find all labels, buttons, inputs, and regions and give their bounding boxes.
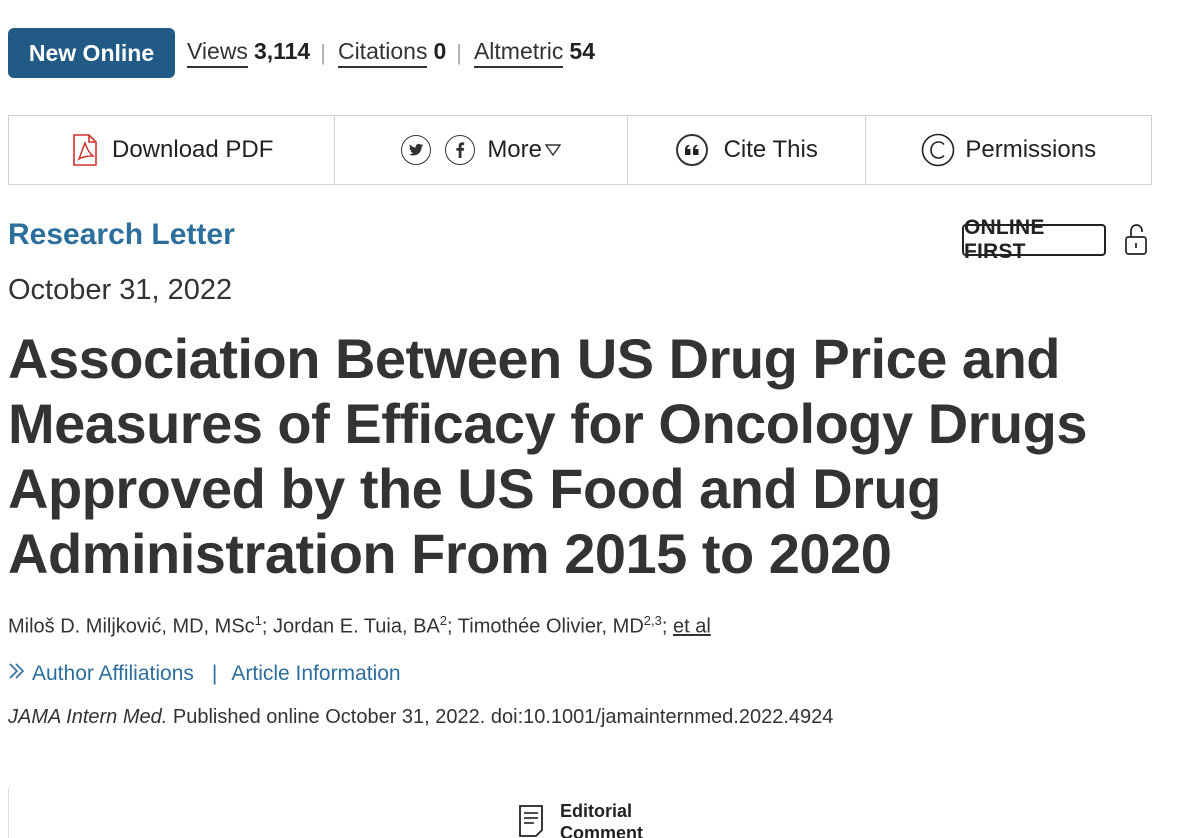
quote-icon	[675, 134, 708, 166]
download-pdf-label: Download PDF	[112, 136, 274, 163]
et-al-link[interactable]: et al	[673, 616, 711, 638]
comment-label: Comment	[560, 823, 644, 838]
author-list: Miloš D. Miljković, MD, MSc1; Jordan E. …	[8, 613, 711, 639]
article-information-link[interactable]: Article Information	[231, 662, 400, 686]
permissions-label: Permissions	[965, 136, 1097, 163]
open-access-lock-icon	[1123, 222, 1149, 261]
views-metric[interactable]: Views 3,114	[187, 38, 310, 68]
article-type[interactable]: Research Letter	[8, 218, 235, 252]
author-name[interactable]: Jordan E. Tuia, BA	[273, 616, 440, 638]
affiliation-sup: 2,3	[643, 613, 662, 628]
altmetric-label[interactable]: Altmetric	[473, 38, 564, 68]
citations-metric[interactable]: Citations 0	[337, 38, 447, 68]
author-affiliations-link[interactable]: Author Affiliations	[32, 662, 194, 686]
views-label[interactable]: Views	[187, 38, 248, 68]
cite-this-label: Cite This	[723, 136, 818, 163]
content-divider	[8, 788, 9, 838]
publication-date: October 31, 2022	[8, 274, 233, 306]
article-toolbar: Download PDF More Cite This Permissions	[8, 115, 1152, 185]
author-separator: ;	[661, 615, 668, 638]
journal-name: JAMA Intern Med.	[8, 706, 168, 728]
editorial-comment-link[interactable]: Editorial Comment	[518, 800, 643, 838]
article-links: Author Affiliations | Article Informatio…	[8, 662, 401, 686]
share-more-group: More	[335, 116, 628, 184]
link-separator: |	[211, 662, 218, 685]
altmetric-score: 54	[569, 38, 595, 64]
author-name[interactable]: Timothée Olivier, MD	[458, 616, 644, 638]
author-separator: ;	[447, 615, 453, 638]
citations-count: 0	[433, 38, 447, 64]
citation-details: Published online October 31, 2022. doi:1…	[167, 706, 834, 728]
citation-line: JAMA Intern Med. Published online Octobe…	[8, 706, 833, 729]
caret-down-icon[interactable]	[545, 144, 561, 156]
metrics-bar: New Online Views 3,114 | Citations 0 | A…	[8, 28, 595, 78]
twitter-icon[interactable]	[401, 135, 432, 165]
facebook-icon[interactable]	[445, 135, 476, 165]
double-chevron-right-icon[interactable]	[8, 662, 26, 686]
metric-separator: |	[456, 40, 462, 65]
online-first-badge: ONLINE FIRST	[962, 216, 1106, 263]
altmetric-metric[interactable]: Altmetric 54	[473, 38, 595, 68]
author-name[interactable]: Miloš D. Miljković, MD, MSc	[8, 616, 255, 638]
permissions-button[interactable]: Permissions	[866, 116, 1151, 184]
affiliation-sup: 1	[254, 613, 262, 628]
article-title: Association Between US Drug Price and Me…	[8, 327, 1087, 585]
views-count: 3,114	[253, 38, 311, 64]
affiliation-sup: 2	[439, 613, 448, 628]
more-label[interactable]: More	[487, 136, 542, 164]
download-pdf-button[interactable]: Download PDF	[9, 116, 336, 184]
pdf-icon	[70, 134, 100, 166]
new-online-badge[interactable]: New Online	[8, 28, 175, 78]
document-icon	[518, 800, 546, 838]
citations-label[interactable]: Citations	[337, 38, 428, 68]
cite-this-button[interactable]: Cite This	[628, 116, 867, 184]
author-separator: ;	[261, 615, 268, 638]
metric-separator: |	[320, 40, 326, 65]
editorial-label: Editorial	[560, 801, 633, 821]
copyright-icon	[921, 133, 955, 167]
